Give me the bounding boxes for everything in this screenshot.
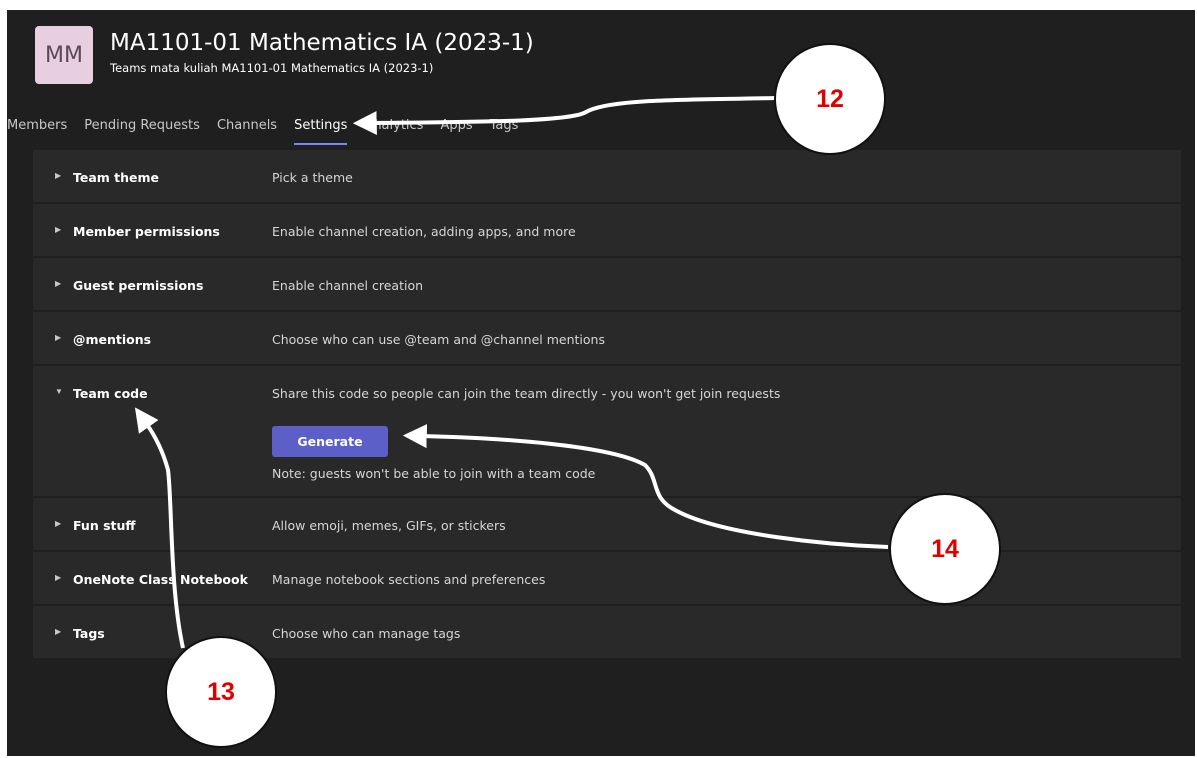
annotation-badge-14: 14 [889, 493, 1001, 605]
setting-description: Enable channel creation, adding apps, an… [272, 224, 576, 239]
setting-title: Tags [73, 626, 105, 641]
tab-members[interactable]: Members [7, 118, 67, 140]
setting-description: Manage notebook sections and preferences [272, 572, 546, 587]
more-options-icon[interactable]: ··· [481, 32, 498, 53]
setting-row-mentions[interactable]: ▶ @mentions Choose who can use @team and… [33, 312, 1181, 366]
caret-right-icon: ▶ [55, 573, 62, 582]
setting-row-team-code[interactable]: ▼ Team code Share this code so people ca… [33, 366, 1181, 498]
setting-title: Guest permissions [73, 278, 204, 293]
setting-description: Enable channel creation [272, 278, 424, 293]
setting-row-onenote-class-notebook[interactable]: ▶ OneNote Class Notebook Manage notebook… [33, 552, 1181, 606]
tab-tags[interactable]: Tags [490, 118, 519, 140]
generate-team-code-button[interactable]: Generate [272, 426, 388, 457]
team-avatar: MM [35, 26, 93, 84]
setting-description: Allow emoji, memes, GIFs, or stickers [272, 518, 506, 533]
caret-right-icon: ▶ [55, 279, 62, 288]
caret-down-icon: ▼ [55, 387, 63, 396]
annotation-badge-13: 13 [165, 636, 277, 748]
setting-title: Team code [73, 386, 148, 401]
team-code-note: Note: guests won't be able to join with … [272, 466, 596, 481]
tab-settings[interactable]: Settings [294, 118, 348, 145]
setting-row-team-theme[interactable]: ▶ Team theme Pick a theme [33, 150, 1181, 204]
tab-pending-requests[interactable]: Pending Requests [84, 118, 200, 140]
tab-channels[interactable]: Channels [217, 118, 277, 140]
setting-title: OneNote Class Notebook [73, 572, 248, 587]
settings-panel: ▶ Team theme Pick a theme ▶ Member permi… [33, 150, 1181, 660]
team-title: MA1101-01 Mathematics IA (2023-1) [110, 30, 534, 56]
tab-bar: Members Pending Requests Channels Settin… [7, 118, 535, 145]
caret-right-icon: ▶ [55, 519, 62, 528]
caret-right-icon: ▶ [55, 627, 62, 636]
team-description: Teams mata kuliah MA1101-01 Mathematics … [110, 61, 434, 75]
tab-apps[interactable]: Apps [440, 118, 472, 140]
caret-right-icon: ▶ [55, 333, 62, 342]
setting-row-member-permissions[interactable]: ▶ Member permissions Enable channel crea… [33, 204, 1181, 258]
setting-title: Fun stuff [73, 518, 136, 533]
setting-row-guest-permissions[interactable]: ▶ Guest permissions Enable channel creat… [33, 258, 1181, 312]
setting-description: Share this code so people can join the t… [272, 386, 781, 401]
setting-description: Pick a theme [272, 170, 353, 185]
setting-title: @mentions [73, 332, 152, 347]
caret-right-icon: ▶ [55, 171, 62, 180]
caret-right-icon: ▶ [55, 225, 62, 234]
setting-title: Member permissions [73, 224, 220, 239]
setting-row-fun-stuff[interactable]: ▶ Fun stuff Allow emoji, memes, GIFs, or… [33, 498, 1181, 552]
annotation-badge-12: 12 [774, 43, 886, 155]
setting-description: Choose who can manage tags [272, 626, 461, 641]
teams-app-window: MM MA1101-01 Mathematics IA (2023-1) ···… [7, 10, 1195, 756]
setting-description: Choose who can use @team and @channel me… [272, 332, 605, 347]
setting-title: Team theme [73, 170, 160, 185]
tab-analytics[interactable]: Analytics [364, 118, 423, 140]
